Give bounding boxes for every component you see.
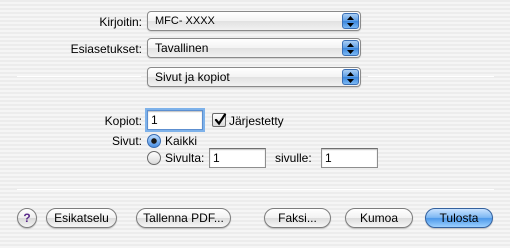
popup-arrows-icon xyxy=(342,13,359,29)
help-icon: ? xyxy=(23,211,31,225)
pages-to-label: sivulle: xyxy=(275,151,312,165)
help-button[interactable]: ? xyxy=(17,208,37,228)
pages-label: Sivut: xyxy=(111,134,142,148)
save-pdf-button[interactable]: Tallenna PDF... xyxy=(136,208,231,228)
presets-label: Esiasetukset: xyxy=(70,42,142,56)
collated-checkbox[interactable] xyxy=(212,113,227,127)
copies-label: Kopiot: xyxy=(104,114,142,128)
printer-popup[interactable]: MFC- XXXX xyxy=(147,11,361,31)
separator-right xyxy=(368,76,494,77)
presets-value: Tavallinen xyxy=(155,41,209,55)
pages-to-field[interactable] xyxy=(321,148,378,168)
cancel-button[interactable]: Kumoa xyxy=(345,208,413,228)
preview-button[interactable]: Esikatselu xyxy=(46,208,117,228)
popup-arrows-icon xyxy=(342,40,359,56)
pages-all-label: Kaikki xyxy=(165,134,198,148)
separator-left xyxy=(17,76,141,77)
bottom-separator xyxy=(17,189,494,190)
pages-from-field[interactable] xyxy=(209,148,266,168)
panel-value: Sivut ja kopiot xyxy=(155,70,230,84)
printer-label: Kirjoitin: xyxy=(99,15,142,29)
print-button[interactable]: Tulosta xyxy=(425,208,493,228)
presets-popup[interactable]: Tavallinen xyxy=(147,38,361,58)
popup-arrows-icon xyxy=(342,69,359,85)
printer-value: MFC- XXXX xyxy=(155,15,215,27)
panel-popup[interactable]: Sivut ja kopiot xyxy=(147,67,361,87)
pages-all-radio[interactable] xyxy=(147,134,161,148)
fax-button[interactable]: Faksi... xyxy=(264,208,331,228)
collated-label: Järjestetty xyxy=(229,114,284,128)
pages-range-radio[interactable] xyxy=(147,151,161,165)
print-dialog: { "printer": { "label": "Kirjoitin:", "v… xyxy=(0,0,510,248)
checkmark-icon xyxy=(214,113,227,126)
copies-field[interactable] xyxy=(147,110,203,130)
pages-range-label: Sivulta: xyxy=(165,151,205,165)
